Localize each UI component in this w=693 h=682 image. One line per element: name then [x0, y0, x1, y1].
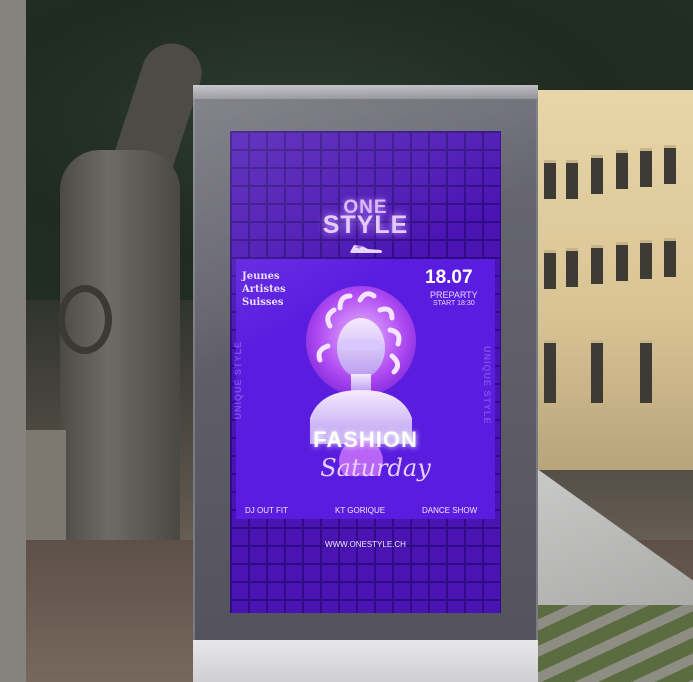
artists-line: Suisses	[242, 297, 284, 308]
side-text-right: UNIQUE STYLE	[482, 346, 492, 425]
side-text-left: UNIQUE STYLE	[233, 341, 243, 420]
building-window	[664, 145, 676, 184]
kiosk-base	[193, 640, 538, 682]
lineup-item: KT GORIQUE	[335, 506, 386, 515]
building-window	[544, 250, 556, 289]
left-wall	[0, 0, 26, 682]
tree-knot	[58, 285, 112, 354]
logo-line-style: STYLE	[322, 211, 409, 239]
building-window	[640, 148, 652, 187]
artists-label: Jeunes Artistes Suisses	[242, 270, 286, 309]
building-window	[591, 245, 603, 284]
building-window	[616, 150, 628, 189]
advertising-kiosk: ONE STYLE Jeunes Artistes Suisses 18.07 …	[193, 85, 538, 682]
event-date: 18.07	[425, 267, 473, 288]
start-time: START 18:30	[433, 300, 475, 307]
building-window	[664, 238, 676, 277]
event-poster: ONE STYLE Jeunes Artistes Suisses 18.07 …	[230, 131, 501, 613]
building-window	[640, 240, 652, 279]
headline-saturday: Saturday	[320, 454, 431, 482]
building-door	[640, 340, 652, 403]
building-door	[591, 340, 603, 403]
building-window	[544, 160, 556, 199]
sneaker-icon	[350, 245, 382, 253]
headline-fashion: FASHION	[313, 427, 418, 452]
preparty-label: PREPARTY	[430, 290, 478, 300]
building-window	[566, 248, 578, 287]
building-door	[544, 340, 556, 403]
artists-line: Jeunes	[242, 271, 280, 282]
grass-strip	[536, 605, 693, 682]
kiosk-top-cap	[193, 85, 538, 99]
building-window	[566, 160, 578, 199]
lineup-item: DJ OUT FIT	[245, 506, 288, 515]
building-window	[616, 242, 628, 281]
building	[536, 90, 693, 470]
sidewalk	[26, 430, 66, 540]
lineup-item: DANCE SHOW	[422, 506, 478, 515]
artists-line: Artistes	[242, 284, 286, 295]
building-window	[591, 155, 603, 194]
website-url: WWW.ONESTYLE.CH	[325, 540, 406, 549]
